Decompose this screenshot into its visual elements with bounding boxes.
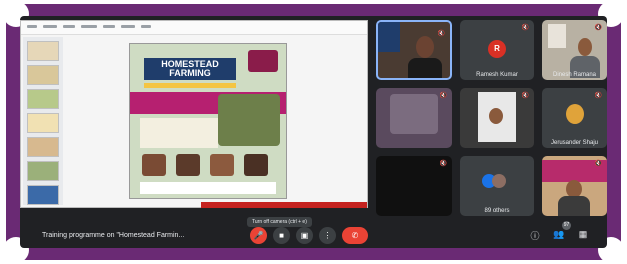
video-feed	[390, 94, 438, 134]
slide-thumbnail[interactable]	[27, 41, 59, 61]
mic-off-icon: 🔇	[439, 93, 447, 99]
poster-title: HOMESTEAD FARMING	[144, 58, 236, 80]
poster-title-line: FARMING	[169, 68, 211, 78]
mic-off-icon[interactable]: 🎤	[250, 227, 267, 244]
tooltip: Turn off camera (ctrl + e)	[247, 217, 312, 227]
participant-face	[416, 36, 434, 58]
slide-thumbnails	[23, 37, 63, 205]
slide-thumbnail[interactable]	[27, 161, 59, 181]
participant-tile[interactable]: 🔇	[376, 156, 452, 216]
poster-subtitle	[144, 83, 236, 88]
participant-name: 89 others	[484, 208, 510, 214]
participant-body	[408, 58, 442, 78]
participant-tile[interactable]: 🔇	[542, 156, 607, 216]
participant-face	[578, 38, 592, 56]
participant-tile[interactable]: 🔇	[460, 88, 534, 148]
mic-off-icon: 🔇	[594, 25, 602, 31]
slide-thumbnail[interactable]	[27, 89, 59, 109]
slide-thumbnail[interactable]	[27, 185, 59, 205]
participant-tile[interactable]: 89 others	[460, 156, 534, 216]
participant-body	[558, 196, 590, 216]
hangup-icon[interactable]: ✆	[342, 227, 368, 244]
mic-off-icon: 🔇	[437, 31, 445, 37]
participant-face	[489, 108, 503, 124]
meeting-title: Training programme on "Homestead Farmin.…	[42, 232, 185, 239]
participant-name: Ramesh Kumar	[476, 72, 518, 78]
mic-off-icon: 🔇	[594, 161, 602, 167]
avatar: R	[488, 40, 506, 58]
background-wall	[548, 24, 566, 48]
speaker-photo	[142, 154, 166, 176]
participant-tile[interactable]: 🔇	[376, 20, 452, 80]
slide-thumbnail[interactable]	[27, 137, 59, 157]
poster-image	[218, 94, 280, 146]
present-icon[interactable]: ▣	[296, 227, 313, 244]
shared-screen: HOMESTEAD FARMING	[20, 20, 368, 208]
participant-name: Jerusander Shaju	[550, 140, 599, 146]
avatar	[492, 174, 506, 188]
avatar	[566, 104, 584, 124]
participant-tile[interactable]: 🔇	[376, 88, 452, 148]
speaker-photo	[210, 154, 234, 176]
mic-off-icon: 🔇	[521, 25, 529, 31]
more-icon[interactable]: ⋮	[319, 227, 336, 244]
participant-tile[interactable]: 🔇 Dinesh Ramana	[542, 20, 607, 80]
participant-tile[interactable]: 🔇 Jerusander Shaju	[542, 88, 607, 148]
logo	[248, 50, 278, 72]
poster-footer	[140, 182, 276, 194]
background-poster	[378, 22, 400, 52]
meeting-window: HOMESTEAD FARMING 🔇 R 🔇 Ramesh Kumar 🔇 D…	[20, 16, 607, 248]
slides-menubar	[21, 21, 367, 35]
info-icon[interactable]: ⓘ	[528, 229, 542, 242]
mic-off-icon: 🔇	[439, 161, 447, 167]
participant-tile[interactable]: R 🔇 Ramesh Kumar	[460, 20, 534, 80]
poster-info	[140, 118, 218, 148]
mic-off-icon: 🔇	[521, 93, 529, 99]
slide-thumbnail[interactable]	[27, 65, 59, 85]
participant-name: Dinesh Ramana	[552, 72, 597, 78]
camera-icon[interactable]: ■	[273, 227, 290, 244]
mic-off-icon: 🔇	[594, 93, 602, 99]
slide-thumbnail[interactable]	[27, 113, 59, 133]
speaker-photo	[176, 154, 200, 176]
taskbar	[201, 202, 367, 208]
activities-icon[interactable]: ▦	[576, 229, 590, 240]
slide-poster: HOMESTEAD FARMING	[129, 43, 287, 199]
speaker-photo	[244, 154, 268, 176]
people-icon[interactable]: 👥	[552, 229, 566, 240]
